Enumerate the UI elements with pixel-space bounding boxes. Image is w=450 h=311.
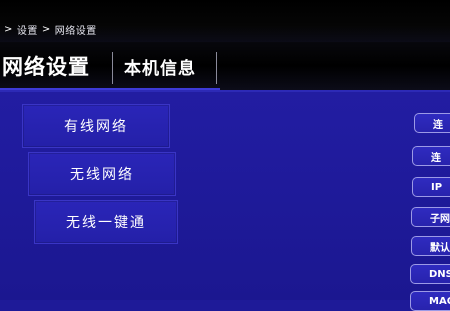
active-tab-indicator [0,88,220,90]
breadcrumb-separator: > [4,24,13,35]
subnet-mask-field[interactable]: 子网 [411,207,450,227]
mac-field[interactable]: MAC [410,291,450,311]
tab-network-settings[interactable]: 网络设置 [2,42,90,90]
menu-item-wireless-network[interactable]: 无线网络 [28,152,176,196]
dns-field[interactable]: DNS [410,264,450,284]
tab-device-info[interactable]: 本机信息 [124,42,196,90]
menu-item-wireless-one-click[interactable]: 无线一键通 [34,200,178,244]
top-bar: > 设置 > 网络设置 [0,0,450,42]
connection-type-button[interactable]: 连 [412,146,450,166]
connection-button[interactable]: 连 [414,113,450,133]
menu-item-wired-network[interactable]: 有线网络 [22,104,170,148]
breadcrumb-separator: > [41,24,51,35]
breadcrumb: > 设置 > 网络设置 [4,22,97,37]
breadcrumb-item-settings[interactable]: 设置 [17,22,38,37]
tv-screen: > 设置 > 网络设置 网络设置 本机信息 有线网络 无线网络 无线一键通 连 … [0,0,450,311]
tab-divider [216,52,217,84]
tab-bar: 网络设置 本机信息 [0,42,450,92]
breadcrumb-item-network-settings[interactable]: 网络设置 [55,22,97,37]
ip-address-field[interactable]: IP [412,177,450,197]
default-gateway-field[interactable]: 默认 [411,236,450,256]
tab-divider [112,52,113,84]
